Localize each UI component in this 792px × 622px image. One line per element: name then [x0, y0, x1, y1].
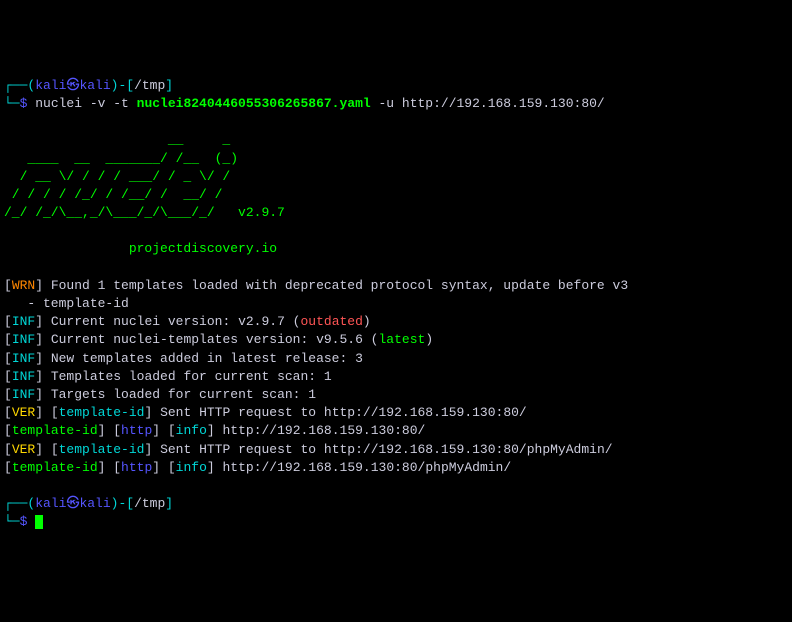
prompt-box-close: ] [165, 78, 173, 93]
prompt2-line-1: ┌──(kali㉿kali)-[/tmp] [4, 495, 788, 513]
template-id: template-id [59, 442, 145, 457]
prompt-sep: ㉿ [66, 78, 79, 93]
inf-tag: INF [12, 387, 35, 402]
result-url: http://192.168.159.130:80/phpMyAdmin/ [215, 460, 511, 475]
prompt-line2-prefix: └─ [4, 96, 20, 111]
cmd-file: nuclei8240446055306265867.yaml [137, 96, 371, 111]
prompt-sep: ㉿ [66, 496, 79, 511]
wrn-sub: - template-id [4, 295, 788, 313]
ver-tag: VER [12, 405, 35, 420]
inf-line-4: [INF] Templates loaded for current scan:… [4, 368, 788, 386]
cursor-icon [35, 515, 43, 529]
template-id: template-id [12, 423, 98, 438]
prompt-path: /tmp [134, 496, 165, 511]
inf-line-2: [INF] Current nuclei-templates version: … [4, 331, 788, 349]
prompt-host: kali [79, 496, 110, 511]
ascii-logo: __ _ ____ __ _______/ /__ (_) / __ \/ / … [4, 131, 788, 222]
template-id: template-id [59, 405, 145, 420]
inf-tag: INF [12, 314, 35, 329]
cmd-prefix: nuclei -v -t [27, 96, 136, 111]
severity: info [176, 460, 207, 475]
prompt-user: kali [35, 78, 66, 93]
prompt-line2-prefix: └─ [4, 514, 20, 529]
prompt-box-open: ┌──( [4, 496, 35, 511]
result-line-2: [template-id] [http] [info] http://192.1… [4, 459, 788, 477]
ver-line-1: [VER] [template-id] Sent HTTP request to… [4, 404, 788, 422]
wrn-line: [WRN] Found 1 templates loaded with depr… [4, 277, 788, 295]
protocol: http [121, 423, 152, 438]
prompt-box-mid: )-[ [111, 496, 134, 511]
prompt-box-open: ┌──( [4, 78, 35, 93]
ver-line-2: [VER] [template-id] Sent HTTP request to… [4, 441, 788, 459]
inf-line-5: [INF] Targets loaded for current scan: 1 [4, 386, 788, 404]
inf-tag: INF [12, 351, 35, 366]
prompt-path: /tmp [134, 78, 165, 93]
template-id: template-id [12, 460, 98, 475]
result-line-1: [template-id] [http] [info] http://192.1… [4, 422, 788, 440]
terminal[interactable]: ┌──(kali㉿kali)-[/tmp]└─$ nuclei -v -t nu… [4, 77, 788, 532]
inf-line-3: [INF] New templates added in latest rele… [4, 350, 788, 368]
inf-tag: INF [12, 332, 35, 347]
protocol: http [121, 460, 152, 475]
severity: info [176, 423, 207, 438]
prompt-box-close: ] [165, 496, 173, 511]
prompt2-line-2[interactable]: └─$ [4, 513, 788, 531]
prompt-host: kali [79, 78, 110, 93]
prompt-line-1: ┌──(kali㉿kali)-[/tmp] [4, 77, 788, 95]
ver-tag: VER [12, 442, 35, 457]
inf-line-1: [INF] Current nuclei version: v2.9.7 (ou… [4, 313, 788, 331]
inf-tag: INF [12, 369, 35, 384]
prompt-box-mid: )-[ [111, 78, 134, 93]
result-url: http://192.168.159.130:80/ [215, 423, 426, 438]
prompt-dollar: $ [20, 514, 28, 529]
latest-label: latest [379, 332, 426, 347]
wrn-text: Found 1 templates loaded with deprecated… [43, 278, 628, 293]
prompt-user: kali [35, 496, 66, 511]
cmd-suffix: -u http://192.168.159.130:80/ [371, 96, 605, 111]
outdated-label: outdated [300, 314, 362, 329]
prompt-line-2: └─$ nuclei -v -t nuclei82404460553062658… [4, 95, 788, 113]
wrn-tag: WRN [12, 278, 35, 293]
tagline: projectdiscovery.io [4, 240, 788, 258]
